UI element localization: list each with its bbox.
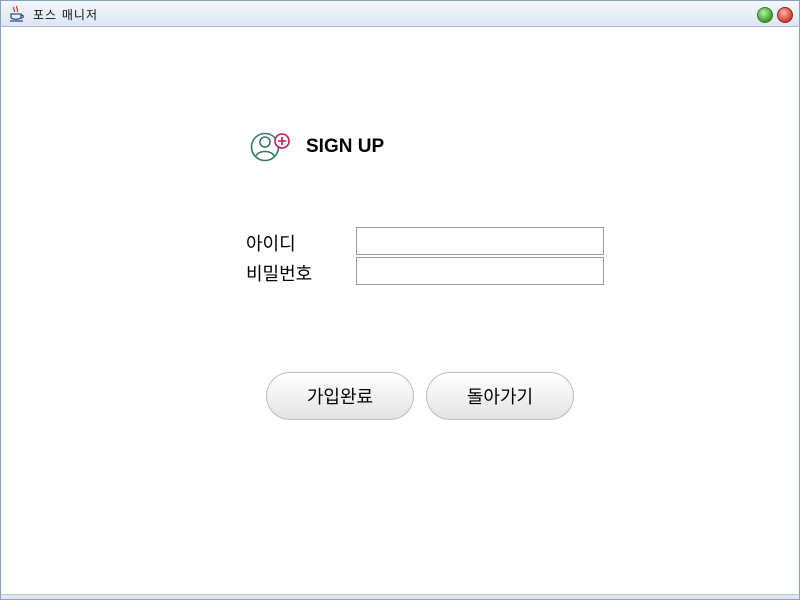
title-bar[interactable]: 포스 매니저 (1, 1, 799, 27)
password-input[interactable] (356, 257, 604, 285)
window-title: 포스 매니저 (33, 8, 99, 22)
content-panel (1, 27, 799, 593)
close-button[interactable] (777, 7, 793, 23)
join-complete-button[interactable]: 가입완료 (266, 372, 414, 420)
minimize-button[interactable] (757, 7, 773, 23)
id-input[interactable] (356, 227, 604, 255)
go-back-button[interactable]: 돌아가기 (426, 372, 574, 420)
password-label: 비밀번호 (246, 264, 313, 285)
page-title: SIGN UP (306, 136, 385, 157)
user-add-icon (250, 132, 290, 162)
window-bottom-border (1, 594, 799, 599)
java-cup-icon[interactable] (8, 5, 26, 23)
id-label: 아이디 (246, 234, 296, 255)
app-window: 포스 매니저 SIGN UP 아이디 비밀번호 가입완료 돌아가기 (0, 0, 800, 600)
